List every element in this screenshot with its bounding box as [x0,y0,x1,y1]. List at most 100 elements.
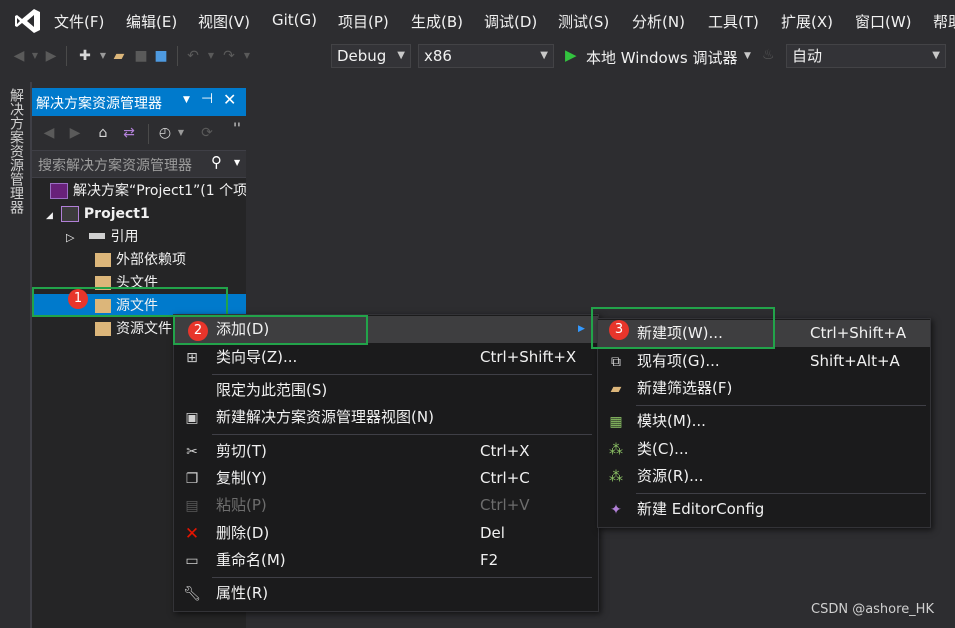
menu-window[interactable]: 窗口(W) [855,11,912,32]
solution-explorer-side-tab[interactable]: 解决方案资源管理器 [8,88,26,214]
close-icon[interactable]: ✕ [223,90,236,109]
copy-shortcut: Ctrl+C [480,469,530,487]
rename-icon: ▭ [185,553,199,569]
menu-view[interactable]: 视图(V) [198,11,250,32]
back-icon[interactable]: ◀ [40,124,58,142]
existing-item-label: 现有项(G)... [637,352,720,370]
submenu-item-editorconfig[interactable]: ✦ 新建 EditorConfig [598,496,930,523]
menu-item-new-view[interactable]: ▣ 新建解决方案资源管理器视图(N) [174,404,598,431]
menu-item-class-wizard[interactable]: ⊞ 类向导(Z)... Ctrl+Shift+X [174,344,598,371]
class-wizard-shortcut: Ctrl+Shift+X [480,348,577,366]
navigate-forward-icon[interactable]: ▶ [42,47,60,65]
platform-combo[interactable]: x86 ▼ [418,44,554,68]
submenu-item-new-filter[interactable]: ▰ 新建筛选器(F) [598,375,930,402]
menu-analyze[interactable]: 分析(N) [632,11,685,32]
watermark: CSDN @ashore_HK [811,602,934,617]
home-icon[interactable]: ⌂ [94,124,112,142]
menu-file[interactable]: 文件(F) [54,11,104,32]
delete-icon: ✕ [184,524,200,544]
references-label: 引用 [110,229,139,245]
tree-references[interactable]: ▷ 引用 [66,226,138,248]
save-all-icon[interactable]: ■ [152,47,170,65]
menu-help[interactable]: 帮助 [933,11,955,32]
cpp-project-icon [60,206,79,222]
menu-test[interactable]: 测试(S) [558,11,609,32]
search-input[interactable]: 搜索解决方案资源管理器 [38,155,192,175]
menu-item-cut[interactable]: ✂ 剪切(T) Ctrl+X [174,438,598,465]
menu-extensions[interactable]: 扩展(X) [781,11,833,32]
submenu-item-class[interactable]: ⁂ 类(C)... [598,436,930,463]
save-icon[interactable]: ■ [132,47,150,65]
open-folder-icon[interactable]: ▰ [110,47,128,65]
filter-folder-icon [95,253,111,267]
scissors-icon: ✂ [186,444,198,460]
forward-icon[interactable]: ▶ [66,124,84,142]
debugger-label[interactable]: 本地 Windows 调试器 [586,47,738,68]
menu-git[interactable]: Git(G) [272,11,317,29]
submenu-item-existing-item[interactable]: ⧉ 现有项(G)... Shift+Alt+A [598,348,930,375]
menu-project[interactable]: 项目(P) [338,11,389,32]
solution-explorer-title: 解决方案资源管理器 [36,96,162,112]
external-deps-label: 外部依赖项 [116,252,186,268]
collapsed-arrow-icon[interactable]: ▷ [66,231,74,244]
chevron-down-icon: ▼ [932,50,940,61]
refresh-icon[interactable]: ⟳ [198,124,216,142]
references-icon [89,233,106,239]
expanded-arrow-icon[interactable]: ◢ [46,211,53,221]
resource-files-label: 资源文件 [116,321,172,337]
paste-shortcut: Ctrl+V [480,496,530,514]
add-submenu: ▫ 新建项(W)... Ctrl+Shift+A ⧉ 现有项(G)... Shi… [597,318,931,528]
dropdown-arrow-icon[interactable]: ▼ [238,47,256,65]
visual-studio-logo-icon[interactable] [14,7,42,35]
tree-resource-files[interactable]: 资源文件 [95,318,172,340]
menu-tools[interactable]: 工具(T) [708,11,759,32]
new-filter-icon: ▰ [610,381,622,397]
existing-item-shortcut: Shift+Alt+A [810,352,900,370]
menu-item-properties[interactable]: 🔧︎ 属性(R) [174,580,598,607]
menu-separator [212,374,592,375]
start-debug-icon[interactable]: ▶ [565,46,577,64]
menu-item-delete[interactable]: ✕ 删除(D) Del [174,520,598,547]
step-badge-2: 2 [188,321,208,341]
window-menu-icon[interactable]: ▼ [183,95,190,105]
menu-build[interactable]: 生成(B) [411,11,463,32]
more-icon[interactable]: '' [228,120,246,138]
submenu-item-module[interactable]: ▦ 模块(M)... [598,408,930,435]
tree-solution[interactable]: 解决方案“Project1”(1 个项 [50,180,246,202]
chevron-down-icon: ▼ [540,50,548,61]
redo-icon[interactable]: ↷ [220,47,238,65]
submenu-arrow-icon: ▶ [578,324,585,334]
submenu-item-resource[interactable]: ⁂ 资源(R)... [598,463,930,490]
menu-edit[interactable]: 编辑(E) [126,11,177,32]
tree-project[interactable]: ◢ Project1 [46,203,150,225]
configuration-value: Debug [337,47,387,65]
menu-item-paste[interactable]: ▤ 粘贴(P) Ctrl+V [174,492,598,519]
step-badge-3: 3 [609,320,629,340]
class-label: 类(C)... [637,440,689,458]
search-icon[interactable]: ⚲ [211,153,222,171]
solution-icon [50,183,68,199]
step-badge-1: 1 [68,289,88,309]
properties-label: 属性(R) [216,584,269,602]
menu-debug[interactable]: 调试(D) [484,11,537,32]
class-wizard-icon: ⊞ [186,350,198,366]
new-project-icon[interactable]: ✚ [76,47,94,65]
new-filter-label: 新建筛选器(F) [637,379,733,397]
dropdown-arrow-icon[interactable]: ▼ [172,124,190,142]
target-combo[interactable]: 自动 ▼ [786,44,946,68]
menu-item-scope[interactable]: 限定为此范围(S) [174,377,598,404]
menu-item-rename[interactable]: ▭ 重命名(M) F2 [174,547,598,574]
chevron-down-icon[interactable]: ▼ [234,158,240,167]
undo-icon[interactable]: ↶ [184,47,202,65]
menu-item-copy[interactable]: ❐ 复制(Y) Ctrl+C [174,465,598,492]
paste-icon: ▤ [185,498,199,514]
pin-icon[interactable]: ⊣ [201,91,213,107]
annotation-box-1 [32,287,228,317]
module-label: 模块(M)... [637,412,706,430]
tree-external-deps[interactable]: 外部依赖项 [95,249,186,271]
dropdown-arrow-icon[interactable]: ▼ [202,47,220,65]
hot-reload-icon[interactable]: ♨ [762,47,775,63]
chevron-down-icon[interactable]: ▼ [744,51,751,61]
switch-views-icon[interactable]: ⇄ [120,124,138,142]
configuration-combo[interactable]: Debug ▼ [331,44,411,68]
